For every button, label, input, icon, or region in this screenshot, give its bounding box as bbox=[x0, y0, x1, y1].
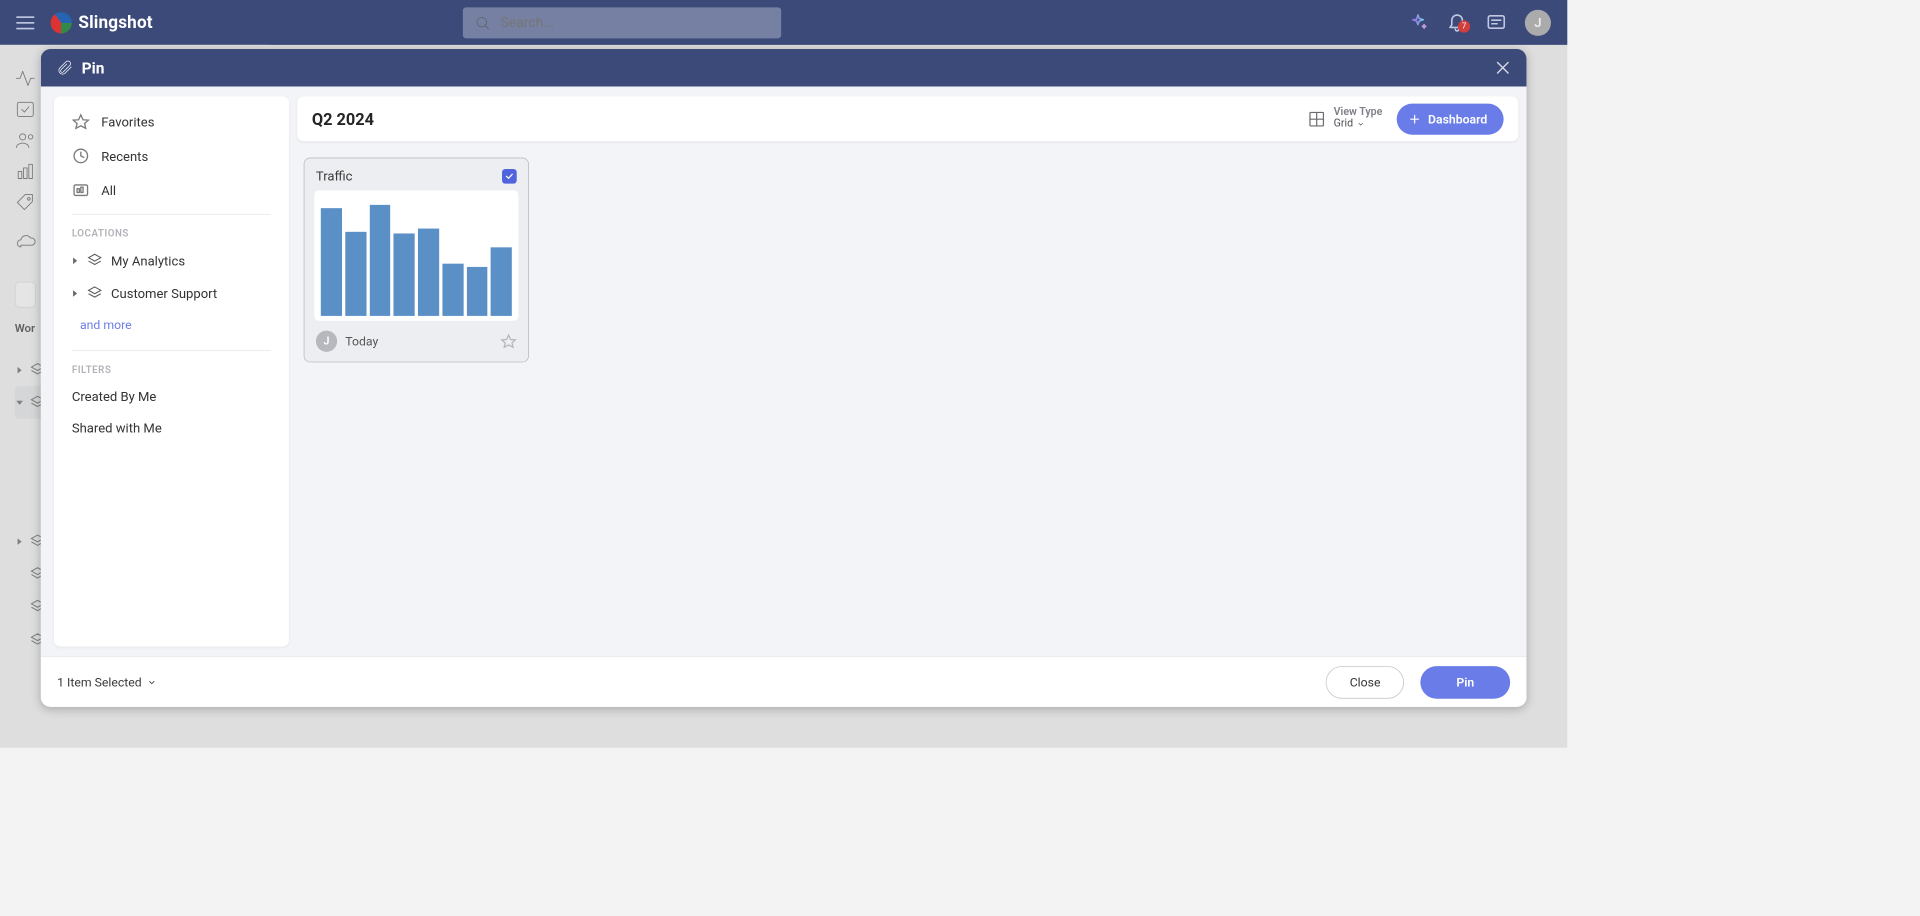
close-icon[interactable] bbox=[1494, 59, 1512, 77]
global-search[interactable] bbox=[463, 7, 781, 38]
modal-header: Pin bbox=[41, 49, 1527, 87]
new-dashboard-button[interactable]: Dashboard bbox=[1397, 103, 1504, 134]
pin-modal: Pin Favorites Recents All LOCATION bbox=[41, 49, 1527, 707]
filter-created-by-me[interactable]: Created By Me bbox=[72, 380, 271, 412]
location-sidebar: Favorites Recents All LOCATIONS My Analy… bbox=[54, 96, 289, 646]
sidebar-item-label: Recents bbox=[101, 148, 148, 164]
chat-icon[interactable] bbox=[1486, 12, 1507, 33]
sidebar-section-filters: FILTERS bbox=[72, 364, 271, 375]
sidebar-item-label: Favorites bbox=[101, 114, 154, 130]
selected-count-label: 1 Item Selected bbox=[57, 675, 142, 690]
brand-name: Slingshot bbox=[78, 13, 152, 33]
brand[interactable]: Slingshot bbox=[51, 12, 153, 33]
brand-logo-icon bbox=[51, 12, 72, 33]
dashboard-button-label: Dashboard bbox=[1428, 111, 1487, 126]
card-owner-avatar: J bbox=[316, 331, 337, 352]
and-more-link[interactable]: and more bbox=[72, 309, 271, 343]
close-button[interactable]: Close bbox=[1326, 666, 1404, 699]
card-title: Traffic bbox=[316, 168, 353, 184]
app-header: Slingshot 7 J bbox=[0, 0, 1567, 45]
chevron-down-icon bbox=[1356, 120, 1364, 128]
location-customer-support[interactable]: Customer Support bbox=[72, 277, 271, 310]
modal-footer: 1 Item Selected Close Pin bbox=[41, 656, 1527, 707]
layers-icon bbox=[87, 252, 103, 268]
check-icon bbox=[504, 171, 514, 181]
layers-icon bbox=[87, 285, 103, 301]
search-input[interactable] bbox=[500, 14, 769, 30]
favorite-star-icon[interactable] bbox=[500, 333, 516, 349]
card-date: Today bbox=[345, 334, 378, 349]
card-chart-preview bbox=[314, 190, 518, 321]
plus-icon bbox=[1408, 112, 1421, 125]
filter-shared-with-me[interactable]: Shared with Me bbox=[72, 412, 271, 444]
modal-title: Pin bbox=[82, 58, 105, 77]
content-header: Q2 2024 View Type Grid Dashboard bbox=[297, 96, 1518, 141]
sidebar-item-recents[interactable]: Recents bbox=[72, 139, 271, 173]
sidebar-section-locations: LOCATIONS bbox=[72, 228, 271, 239]
sidebar-item-all[interactable]: All bbox=[72, 173, 271, 207]
dashboard-card-traffic[interactable]: Traffic J Today bbox=[304, 158, 529, 363]
card-selected-checkbox[interactable] bbox=[502, 169, 517, 184]
sidebar-item-favorites[interactable]: Favorites bbox=[72, 104, 271, 138]
all-icon bbox=[72, 181, 90, 199]
pin-button[interactable]: Pin bbox=[1420, 666, 1510, 699]
paperclip-icon bbox=[56, 59, 74, 77]
location-label: My Analytics bbox=[111, 253, 185, 269]
view-type-toggle[interactable]: View Type Grid bbox=[1308, 107, 1383, 130]
search-icon bbox=[474, 14, 490, 30]
view-type-label: View Type bbox=[1334, 107, 1383, 118]
hamburger-menu[interactable] bbox=[16, 13, 36, 33]
content-title: Q2 2024 bbox=[312, 109, 374, 129]
notification-count-badge: 7 bbox=[1458, 20, 1470, 32]
selected-count-dropdown[interactable]: 1 Item Selected bbox=[57, 675, 156, 690]
view-type-value: Grid bbox=[1334, 118, 1383, 131]
star-icon bbox=[72, 113, 90, 131]
profile-avatar[interactable]: J bbox=[1525, 9, 1551, 35]
location-label: Customer Support bbox=[111, 285, 217, 301]
chevron-right-icon bbox=[73, 290, 77, 297]
clock-icon bbox=[72, 147, 90, 165]
grid-icon bbox=[1308, 110, 1326, 128]
chevron-right-icon bbox=[73, 257, 77, 264]
location-my-analytics[interactable]: My Analytics bbox=[72, 244, 271, 277]
notifications-button[interactable]: 7 bbox=[1446, 10, 1467, 34]
ai-sparkle-icon[interactable] bbox=[1407, 12, 1428, 33]
content-panel: Q2 2024 View Type Grid Dashboard bbox=[297, 96, 1518, 646]
chevron-down-icon bbox=[147, 677, 157, 687]
sidebar-item-label: All bbox=[101, 182, 116, 198]
